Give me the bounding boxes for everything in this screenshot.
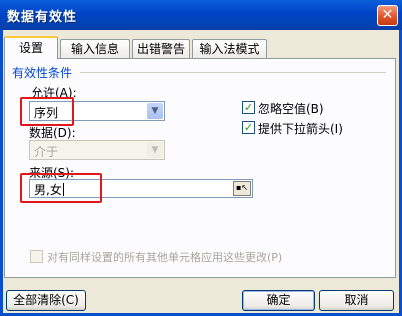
checkmark-icon: ✓ [243, 101, 254, 114]
window-title: 数据有效性 [7, 10, 78, 25]
chevron-down-icon[interactable]: ▼ [147, 103, 163, 119]
data-select: 介于 ▼ [29, 140, 165, 160]
data-label: 数据(D): [29, 126, 76, 140]
clear-all-label: 全部清除(C) [13, 293, 79, 307]
tab-input-message[interactable]: 输入信息 [60, 39, 130, 58]
dropdown-arrow-label: 提供下拉箭头(I) [258, 122, 343, 136]
tab-ime-mode[interactable]: 输入法模式 [192, 39, 267, 58]
close-icon: ✕ [381, 7, 394, 23]
chevron-down-icon: ▼ [147, 142, 163, 158]
validation-criteria-title: 有效性条件 [12, 66, 73, 80]
tab-label: 输入法模式 [199, 42, 260, 56]
cancel-label: 取消 [344, 293, 369, 307]
dropdown-arrow-checkbox[interactable]: ✓ [242, 121, 255, 134]
apply-all-checkbox [30, 250, 43, 263]
ignore-blank-label: 忽略空值(B) [258, 102, 324, 116]
ok-label: 确定 [266, 293, 291, 307]
data-value: 介于 [34, 145, 59, 159]
tab-label: 设置 [18, 41, 43, 55]
range-select-icon[interactable]: ▪↖ [233, 181, 251, 196]
tab-label: 输入信息 [70, 42, 119, 56]
allow-highlight-box [20, 97, 74, 126]
source-highlight-box [20, 173, 102, 203]
checkmark-icon: ✓ [243, 121, 254, 134]
clear-all-button[interactable]: 全部清除(C) [6, 290, 86, 311]
group-divider [80, 72, 386, 73]
tab-error-alert[interactable]: 出错警告 [132, 39, 190, 58]
cancel-button[interactable]: 取消 [319, 290, 394, 311]
close-button[interactable]: ✕ [377, 5, 398, 26]
tab-label: 出错警告 [136, 42, 185, 56]
ok-button[interactable]: 确定 [242, 290, 315, 311]
ignore-blank-checkbox[interactable]: ✓ [242, 101, 255, 114]
apply-all-label: 对有同样设置的所有其他单元格应用这些更改(P) [47, 251, 283, 264]
title-bar: 数据有效性 ✕ [0, 0, 402, 30]
tab-settings[interactable]: 设置 [4, 36, 58, 59]
